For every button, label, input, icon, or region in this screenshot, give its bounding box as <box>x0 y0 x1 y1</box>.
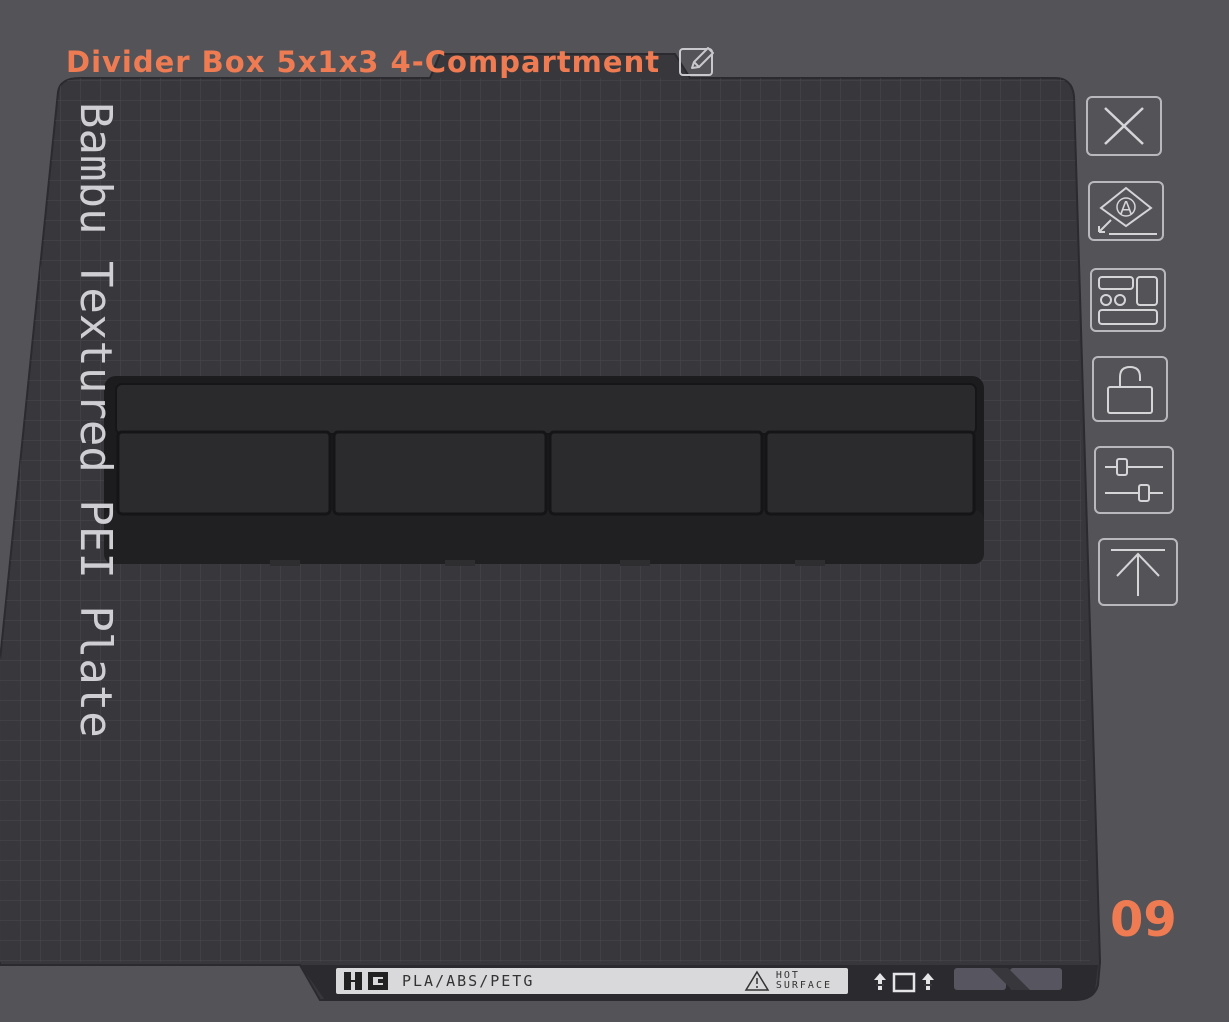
bambu-logo-icon <box>344 972 388 990</box>
plate-title-row: Divider Box 5x1x3 4-Compartment <box>66 40 718 84</box>
plate-number: 09 <box>1110 892 1177 948</box>
arrange-icon[interactable] <box>1090 268 1166 332</box>
settings-sliders-icon[interactable] <box>1094 446 1174 514</box>
lock-icon[interactable] <box>1092 356 1168 422</box>
plate-type-label: Bambu Textured PEI Plate <box>70 102 121 738</box>
plate-orientation-icons <box>870 970 940 994</box>
warning-icon <box>744 970 770 991</box>
model-divider-box[interactable] <box>104 376 984 566</box>
build-plate[interactable]: Bambu Textured PEI Plate <box>0 0 1229 1022</box>
auto-orient-icon[interactable]: A <box>1088 181 1164 241</box>
edit-icon[interactable] <box>678 45 718 79</box>
hot-surface-warning: HOT SURFACE <box>744 970 832 992</box>
plate-orientation-icon <box>874 972 934 993</box>
plate-title: Divider Box 5x1x3 4-Compartment <box>66 45 661 79</box>
close-icon[interactable] <box>1086 96 1162 156</box>
plate-graphic <box>0 53 1102 1001</box>
plate-sticker: PLA/ABS/PETG HOT SURFACE <box>336 968 848 994</box>
surface-label: SURFACE <box>775 980 832 991</box>
material-compat-label: PLA/ABS/PETG <box>402 972 535 990</box>
move-to-top-icon[interactable] <box>1098 538 1178 606</box>
